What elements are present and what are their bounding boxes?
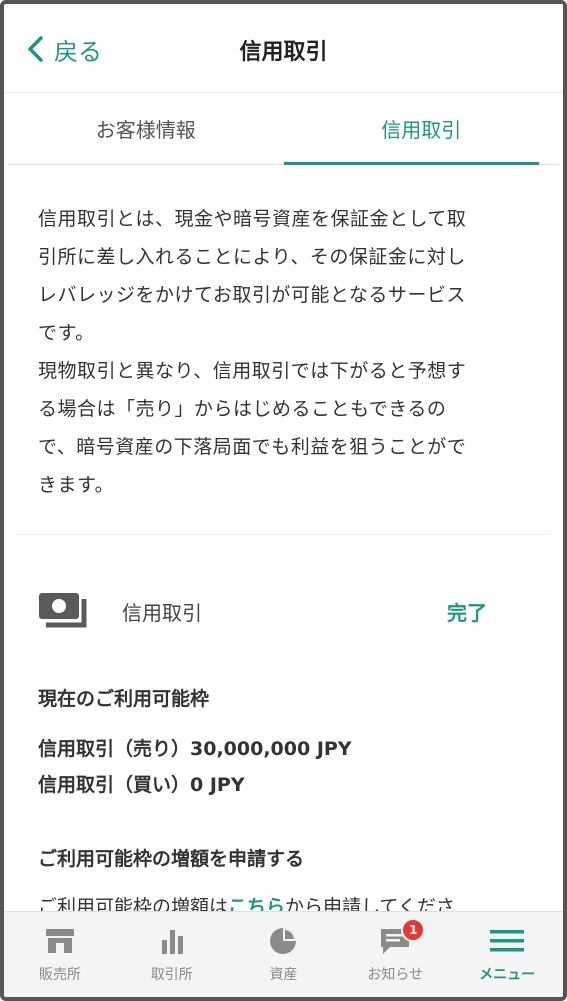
nav-label-exchange: 取引所 [150, 967, 193, 983]
tab-margin-trading[interactable]: 信用取引 [283, 92, 560, 165]
nav-label-notifications: お知らせ [367, 967, 424, 983]
status-label: 信用取引 [122, 600, 202, 625]
nav-label-store: 販売所 [38, 967, 81, 983]
app-screen: 戻る 信用取引 お客様情報 信用取引 信用取引とは、現金や暗号資産を保証金として… [0, 0, 567, 1001]
header-bar: 戻る 信用取引 [4, 4, 563, 93]
section-divider [16, 534, 551, 535]
nav-label-menu: メニュー [479, 967, 536, 983]
bottom-navigation: 販売所 取引所 資産 1 お知らせ メニュー [4, 911, 563, 997]
nav-item-exchange[interactable]: 取引所 [116, 912, 228, 997]
tab-customer-info[interactable]: お客様情報 [8, 92, 284, 164]
buy-limit: 信用取引（買い）0 JPY [38, 774, 245, 796]
tab-bar: お客様情報 信用取引 [8, 92, 559, 165]
notification-badge: 1 [401, 918, 426, 942]
store-icon [45, 929, 74, 953]
nav-label-assets: 資産 [269, 967, 298, 983]
sell-limit: 信用取引（売り）30,000,000 JPY [38, 738, 352, 760]
increase-limit-heading: ご利用可能枠の増額を申請する [38, 848, 305, 870]
nav-item-store[interactable]: 販売所 [4, 912, 116, 997]
nav-item-menu[interactable]: メニュー [451, 912, 563, 997]
page-title: 信用取引 [239, 40, 328, 65]
hamburger-menu-icon [490, 930, 525, 952]
margin-trading-description: 信用取引とは、現金や暗号資産を保証金として取 引所に差し入れることにより、その保… [38, 200, 533, 504]
pie-chart-icon [270, 928, 297, 954]
nav-item-assets[interactable]: 資産 [228, 912, 340, 997]
cash-icon [38, 591, 90, 631]
description-paragraph-1: 信用取引とは、現金や暗号資産を保証金として取 引所に差し入れることにより、その保… [38, 208, 467, 344]
margin-status-row: 信用取引 完了 [38, 590, 487, 632]
nav-item-notifications[interactable]: 1 お知らせ [339, 912, 451, 997]
status-badge: 完了 [447, 600, 487, 625]
description-paragraph-2: 現物取引と異なり、信用取引では下がると予想す る場合は「売り」からはじめることも… [38, 360, 467, 496]
available-limit-heading: 現在のご利用可能枠 [38, 688, 210, 710]
bar-chart-icon [161, 930, 183, 954]
